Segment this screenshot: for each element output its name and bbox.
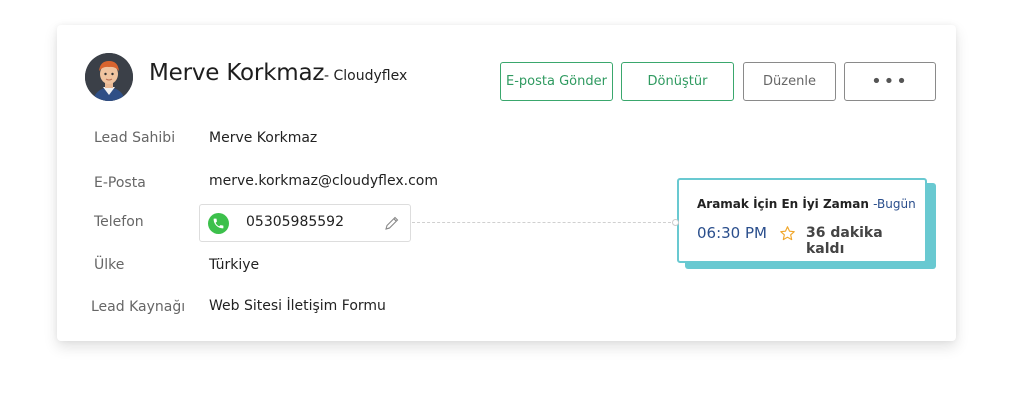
source-label: Lead Kaynağı [91, 299, 186, 315]
convert-button[interactable]: Dönüştür [621, 62, 734, 101]
source-value: Web Sitesi İletişim Formu [209, 298, 386, 314]
phone-label: Telefon [94, 214, 144, 230]
email-value[interactable]: merve.korkmaz@cloudyflex.com [209, 173, 438, 189]
pencil-icon[interactable] [384, 215, 400, 231]
country-value: Türkiye [209, 257, 260, 273]
phone-field[interactable]: 05305985592 [199, 204, 411, 242]
send-email-button[interactable]: E-posta Gönder [500, 62, 613, 101]
best-time-value: 06:30 PM [697, 224, 767, 242]
lead-card: Merve Korkmaz - Cloudyflex E-posta Gönde… [57, 25, 956, 341]
star-icon [779, 225, 796, 242]
company-name: - Cloudyflex [324, 68, 408, 84]
best-time-callout: Aramak İçin En İyi Zaman -Bugün 06:30 PM… [677, 178, 927, 263]
best-time-title-text: Aramak İçin En İyi Zaman [697, 197, 869, 211]
edit-button[interactable]: Düzenle [743, 62, 836, 101]
phone-value[interactable]: 05305985592 [246, 214, 344, 230]
connector-dot [672, 219, 679, 226]
best-time-title: Aramak İçin En İyi Zaman -Bugün [697, 197, 916, 211]
email-label: E-Posta [94, 175, 146, 191]
lead-name: Merve Korkmaz [149, 60, 325, 86]
more-icon: ••• [871, 71, 909, 92]
owner-value: Merve Korkmaz [209, 130, 318, 146]
connector-line [412, 222, 676, 223]
time-remaining: 36 dakika kaldı [806, 225, 883, 257]
avatar [85, 53, 133, 101]
best-time-day: -Bugün [873, 197, 916, 211]
country-label: Ülke [94, 257, 125, 273]
phone-icon[interactable] [208, 213, 229, 234]
owner-label: Lead Sahibi [94, 130, 176, 146]
more-button[interactable]: ••• [844, 62, 936, 101]
